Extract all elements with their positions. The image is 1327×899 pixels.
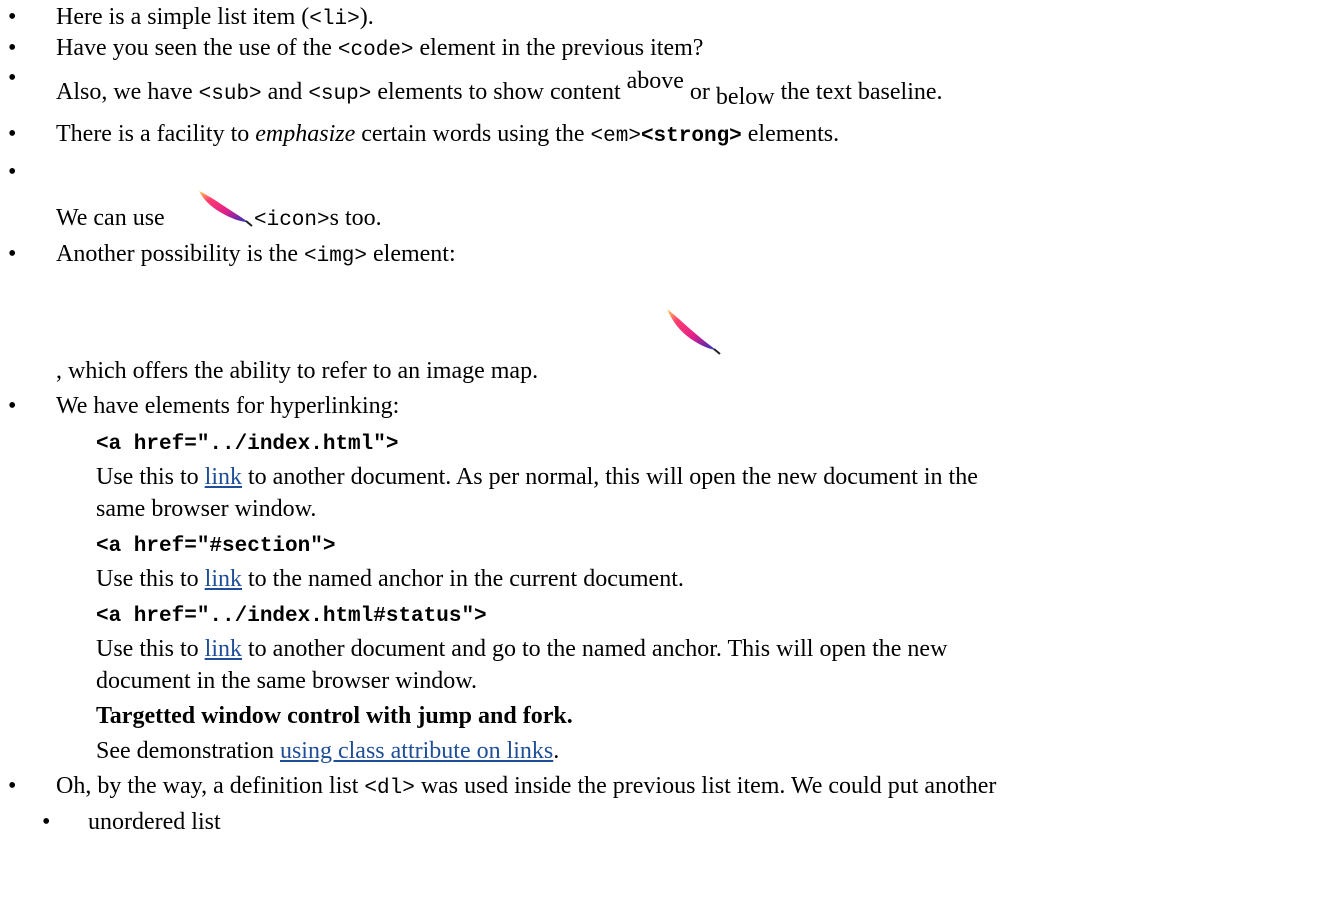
code-text: <dl>	[364, 777, 415, 800]
text: Use this to	[96, 636, 205, 662]
list-item-continued: <icon>s too.	[254, 204, 382, 235]
bullet: •	[8, 393, 17, 419]
list-item: There is a facility to emphasize certain…	[56, 120, 839, 151]
list-item: Have you seen the use of the <code> elem…	[56, 34, 703, 65]
bold-text: Targetted window control with jump and f…	[96, 703, 573, 729]
text: There is a facility to	[56, 121, 256, 147]
text: elements.	[741, 121, 840, 147]
bullet: •	[8, 241, 17, 267]
definition-term: <a href="#section">	[96, 530, 335, 561]
text: Have you seen the use of the	[56, 35, 338, 61]
subscript-text: below	[715, 84, 775, 110]
list-item: Another possibility is the <img> element…	[56, 240, 456, 271]
text: We can use	[56, 205, 165, 231]
list-item: We have elements for hyperlinking:	[56, 392, 399, 420]
text: document in the same browser window.	[96, 668, 478, 694]
text: Another possibility is the	[56, 241, 304, 267]
text: , which offers the ability to refer to a…	[56, 358, 539, 384]
text: to the named anchor in the current docum…	[242, 566, 684, 592]
code-text: <sup>	[308, 83, 372, 106]
definition-description-continued: document in the same browser window.	[96, 667, 477, 695]
code-text: <img>	[304, 245, 368, 268]
text: or	[683, 79, 716, 105]
feather-icon	[196, 188, 254, 235]
list-item: Also, we have <sub> and <sup> elements t…	[56, 68, 943, 110]
text: element:	[367, 241, 456, 267]
definition-term: Targetted window control with jump and f…	[96, 702, 573, 730]
code-text: <code>	[337, 39, 414, 62]
text: to another document and go to the named …	[242, 636, 948, 662]
definition-description: Use this to link to another document. As…	[96, 463, 978, 491]
text: certain words using the	[355, 121, 591, 147]
superscript-text: above	[626, 68, 684, 94]
text: and	[261, 79, 309, 105]
link[interactable]: using class attribute on links	[280, 738, 553, 764]
link[interactable]: link	[205, 464, 242, 490]
text: was used inside the previous list item. …	[414, 773, 997, 799]
link[interactable]: link	[205, 636, 242, 662]
bullet: •	[8, 4, 17, 30]
text: Oh, by the way, a definition list	[56, 773, 365, 799]
code-text: <sub>	[198, 83, 262, 106]
text: the text baseline.	[774, 79, 943, 105]
text: unordered list	[88, 809, 221, 835]
definition-description: Use this to link to the named anchor in …	[96, 565, 684, 593]
text: See demonstration	[96, 738, 280, 764]
bullet: •	[8, 773, 17, 799]
text: s too.	[329, 205, 382, 231]
code-text: <li>	[309, 8, 360, 31]
text: Also, we have	[56, 79, 199, 105]
text: elements to show content	[371, 79, 627, 105]
feather-icon	[664, 306, 722, 363]
code-strong-text: <a href="../index.html">	[96, 433, 399, 456]
list-item: We can use	[56, 204, 165, 232]
bullet: •	[42, 809, 51, 835]
emphasized-text: emphasize	[255, 121, 356, 147]
text: element in the previous item?	[413, 35, 704, 61]
code-text: <icon>	[254, 209, 330, 232]
code-strong-text: <a href="#section">	[96, 535, 336, 558]
code-text: <em>	[590, 125, 641, 148]
definition-description: See demonstration using class attribute …	[96, 737, 559, 765]
list-item-continued: , which offers the ability to refer to a…	[56, 357, 538, 385]
definition-term: <a href="../index.html">	[96, 428, 398, 459]
nested-list-item: unordered list	[88, 808, 221, 836]
definition-description-continued: same browser window.	[96, 495, 316, 523]
bullet: •	[8, 35, 17, 61]
text: We have elements for hyperlinking:	[56, 393, 400, 419]
bullet: •	[8, 159, 17, 185]
definition-description: Use this to link to another document and…	[96, 635, 947, 663]
bullet: •	[8, 65, 17, 91]
list-item: Here is a simple list item (<li>).	[56, 3, 374, 34]
link[interactable]: link	[205, 566, 242, 592]
definition-term: <a href="../index.html#status">	[96, 600, 487, 631]
text: .	[553, 738, 560, 764]
list-item: Oh, by the way, a definition list <dl> w…	[56, 772, 996, 803]
text: ).	[359, 4, 374, 30]
text: Use this to	[96, 464, 205, 490]
text: to another document. As per normal, this…	[242, 464, 978, 490]
code-strong-text: <a href="../index.html#status">	[96, 605, 487, 628]
bullet: •	[8, 121, 17, 147]
code-strong-text: <strong>	[640, 125, 742, 148]
text: same browser window.	[96, 496, 317, 522]
text: Here is a simple list item (	[56, 4, 310, 30]
text: Use this to	[96, 566, 205, 592]
